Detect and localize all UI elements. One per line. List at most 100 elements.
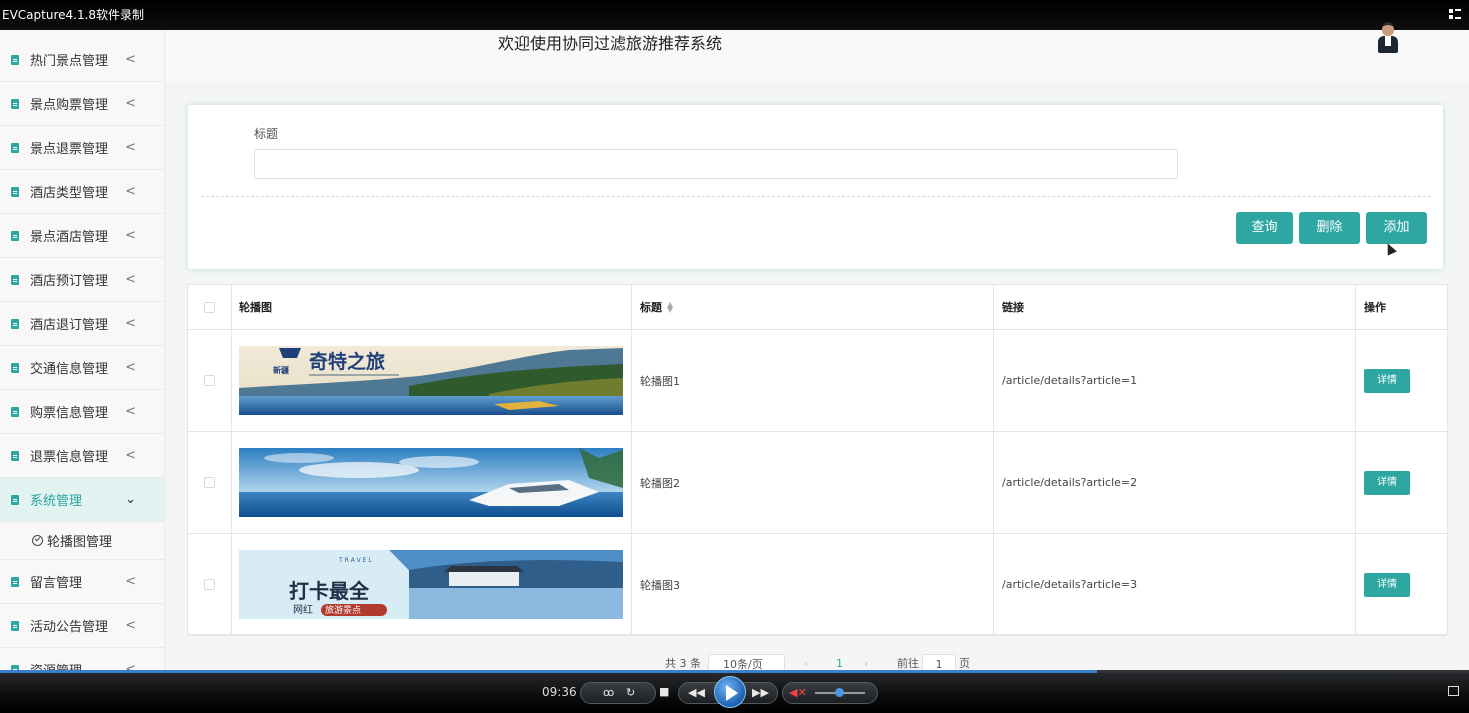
avatar-head bbox=[1382, 22, 1394, 36]
sidebar-item-label: 交通信息管理 bbox=[30, 362, 109, 377]
chevron-left-icon: < bbox=[125, 52, 136, 67]
header-title[interactable]: 标题 ▲ ▼ bbox=[632, 285, 994, 329]
chevron-left-icon: < bbox=[125, 228, 136, 243]
document-icon bbox=[11, 576, 19, 587]
search-panel: 标题 查询 删除 添加 bbox=[188, 105, 1443, 269]
sidebar-item-hotel-types[interactable]: 酒店类型管理 < bbox=[0, 170, 164, 214]
sidebar-subitem-carousel[interactable]: 轮播图管理 bbox=[0, 522, 164, 560]
chevron-left-icon: < bbox=[125, 184, 136, 199]
sidebar-item-purchase-info[interactable]: 购票信息管理 < bbox=[0, 390, 164, 434]
sidebar-item-label: 热门景点管理 bbox=[30, 54, 109, 69]
page-title: 欢迎使用协同过滤旅游推荐系统 bbox=[498, 34, 723, 53]
recorder-title: EVCapture4.1.8软件录制 bbox=[2, 8, 145, 22]
title-search-input[interactable] bbox=[254, 149, 1178, 179]
detail-button[interactable]: 详情 bbox=[1364, 572, 1410, 597]
header-title-label: 标题 bbox=[640, 301, 662, 314]
row-image-cell: T R A V E L 打卡最全 网红 旅游景点 bbox=[232, 534, 632, 635]
row-checkbox-cell bbox=[188, 330, 232, 431]
table-row: 轮播图2 /article/details?article=2 详情 bbox=[188, 432, 1447, 534]
search-divider bbox=[201, 196, 1431, 197]
play-icon[interactable] bbox=[714, 676, 746, 708]
chevron-left-icon: < bbox=[125, 574, 136, 589]
sidebar-item-announcements[interactable]: 活动公告管理 < bbox=[0, 604, 164, 648]
banner-tag: 旅游景点 bbox=[325, 604, 361, 616]
chevron-left-icon: < bbox=[125, 360, 136, 375]
sidebar-item-spot-hotels[interactable]: 景点酒店管理 < bbox=[0, 214, 164, 258]
row-checkbox[interactable] bbox=[204, 375, 215, 386]
row-checkbox[interactable] bbox=[204, 579, 215, 590]
sidebar-item-label: 景点酒店管理 bbox=[30, 230, 109, 245]
sidebar: 热门景点管理 < 景点购票管理 < 景点退票管理 < 酒店类型管理 < 景点酒店管理 < … bbox=[0, 30, 165, 713]
document-icon bbox=[11, 54, 19, 65]
volume-slider-knob[interactable] bbox=[835, 688, 844, 697]
sidebar-item-label: 景点购票管理 bbox=[30, 98, 109, 113]
select-all-checkbox[interactable] bbox=[204, 301, 215, 313]
carousel-banner-image bbox=[239, 448, 623, 517]
carousel-table: 轮播图 标题 ▲ ▼ 链接 操作 奇特之旅 新疆 轮播图1 /article/d… bbox=[187, 284, 1448, 636]
sidebar-item-refund-info[interactable]: 退票信息管理 < bbox=[0, 434, 164, 478]
chevron-left-icon: < bbox=[125, 96, 136, 111]
sidebar-item-system[interactable]: 系统管理 ⌄ bbox=[0, 478, 164, 522]
detail-button[interactable]: 详情 bbox=[1364, 470, 1410, 495]
delete-button[interactable]: 删除 bbox=[1299, 212, 1360, 244]
sidebar-item-traffic[interactable]: 交通信息管理 < bbox=[0, 346, 164, 390]
header-operation: 操作 bbox=[1364, 301, 1386, 314]
document-icon bbox=[11, 494, 19, 505]
row-image-cell bbox=[232, 432, 632, 533]
sidebar-item-hot-spots[interactable]: 热门景点管理 < bbox=[0, 38, 164, 82]
sidebar-item-label: 购票信息管理 bbox=[30, 406, 109, 421]
row-image-cell: 奇特之旅 新疆 bbox=[232, 330, 632, 431]
add-button[interactable]: 添加 bbox=[1366, 212, 1427, 244]
rewind-icon[interactable]: ◀◀ bbox=[688, 686, 705, 699]
avatar[interactable] bbox=[1378, 22, 1398, 55]
sidebar-item-spot-tickets[interactable]: 景点购票管理 < bbox=[0, 82, 164, 126]
document-icon bbox=[11, 450, 19, 461]
fullscreen-icon[interactable] bbox=[1448, 686, 1459, 696]
detail-button[interactable]: 详情 bbox=[1364, 368, 1410, 393]
top-header: 欢迎使用协同过滤旅游推荐系统 bbox=[165, 22, 1469, 82]
document-icon bbox=[11, 142, 19, 153]
recorder-title-bar: EVCapture4.1.8软件录制 bbox=[0, 0, 1469, 30]
playback-time: 09:36 bbox=[542, 685, 577, 699]
fast-forward-icon[interactable]: ▶▶ bbox=[752, 686, 769, 699]
row-title: 轮播图3 bbox=[632, 534, 994, 635]
query-button[interactable]: 查询 bbox=[1236, 212, 1293, 244]
carousel-banner-image: T R A V E L 打卡最全 网红 旅游景点 bbox=[239, 550, 623, 619]
row-operation-cell: 详情 bbox=[1356, 330, 1447, 431]
document-icon bbox=[11, 318, 19, 329]
header-image: 轮播图 bbox=[232, 285, 632, 329]
chevron-down-icon: ⌄ bbox=[125, 492, 136, 507]
main-content: 标题 查询 删除 添加 轮播图 标题 ▲ ▼ 链接 操作 奇特之旅 新疆 轮播图… bbox=[173, 88, 1463, 713]
sidebar-item-messages[interactable]: 留言管理 < bbox=[0, 560, 164, 604]
sidebar-item-label: 酒店预订管理 bbox=[30, 274, 109, 289]
document-icon bbox=[11, 98, 19, 109]
sidebar-item-spot-refunds[interactable]: 景点退票管理 < bbox=[0, 126, 164, 170]
sidebar-item-hotel-booking[interactable]: 酒店预订管理 < bbox=[0, 258, 164, 302]
mute-icon[interactable]: ◀✕ bbox=[789, 686, 807, 699]
banner-subtext: 新疆 bbox=[273, 365, 289, 375]
sidebar-item-label: 留言管理 bbox=[30, 576, 83, 591]
sidebar-item-label: 系统管理 bbox=[30, 494, 83, 509]
clip-icon[interactable]: ꝏ bbox=[603, 686, 614, 699]
loop-icon[interactable]: ↻ bbox=[626, 686, 635, 699]
playback-progress-fill bbox=[0, 670, 1097, 673]
chevron-left-icon: < bbox=[125, 448, 136, 463]
row-checkbox[interactable] bbox=[204, 477, 215, 488]
row-link: /article/details?article=3 bbox=[994, 534, 1356, 635]
layout-icon[interactable] bbox=[1449, 9, 1461, 21]
chevron-left-icon: < bbox=[125, 618, 136, 633]
document-icon bbox=[11, 274, 19, 285]
chevron-left-icon: < bbox=[125, 272, 136, 287]
chevron-left-icon: < bbox=[125, 404, 136, 419]
sort-icon[interactable]: ▲ ▼ bbox=[667, 301, 673, 314]
row-title: 轮播图2 bbox=[632, 432, 994, 533]
sidebar-item-label: 活动公告管理 bbox=[30, 620, 109, 635]
sidebar-item-label: 酒店退订管理 bbox=[30, 318, 109, 333]
chevron-left-icon: < bbox=[125, 316, 136, 331]
sidebar-item-hotel-cancel[interactable]: 酒店退订管理 < bbox=[0, 302, 164, 346]
playback-progress-bar[interactable] bbox=[0, 670, 1469, 673]
banner-subtext: 网红 bbox=[293, 603, 313, 616]
header-checkbox-cell bbox=[188, 285, 232, 329]
table-row: T R A V E L 打卡最全 网红 旅游景点 轮播图3 /article/d… bbox=[188, 534, 1447, 636]
stop-icon[interactable]: ■ bbox=[659, 685, 669, 698]
